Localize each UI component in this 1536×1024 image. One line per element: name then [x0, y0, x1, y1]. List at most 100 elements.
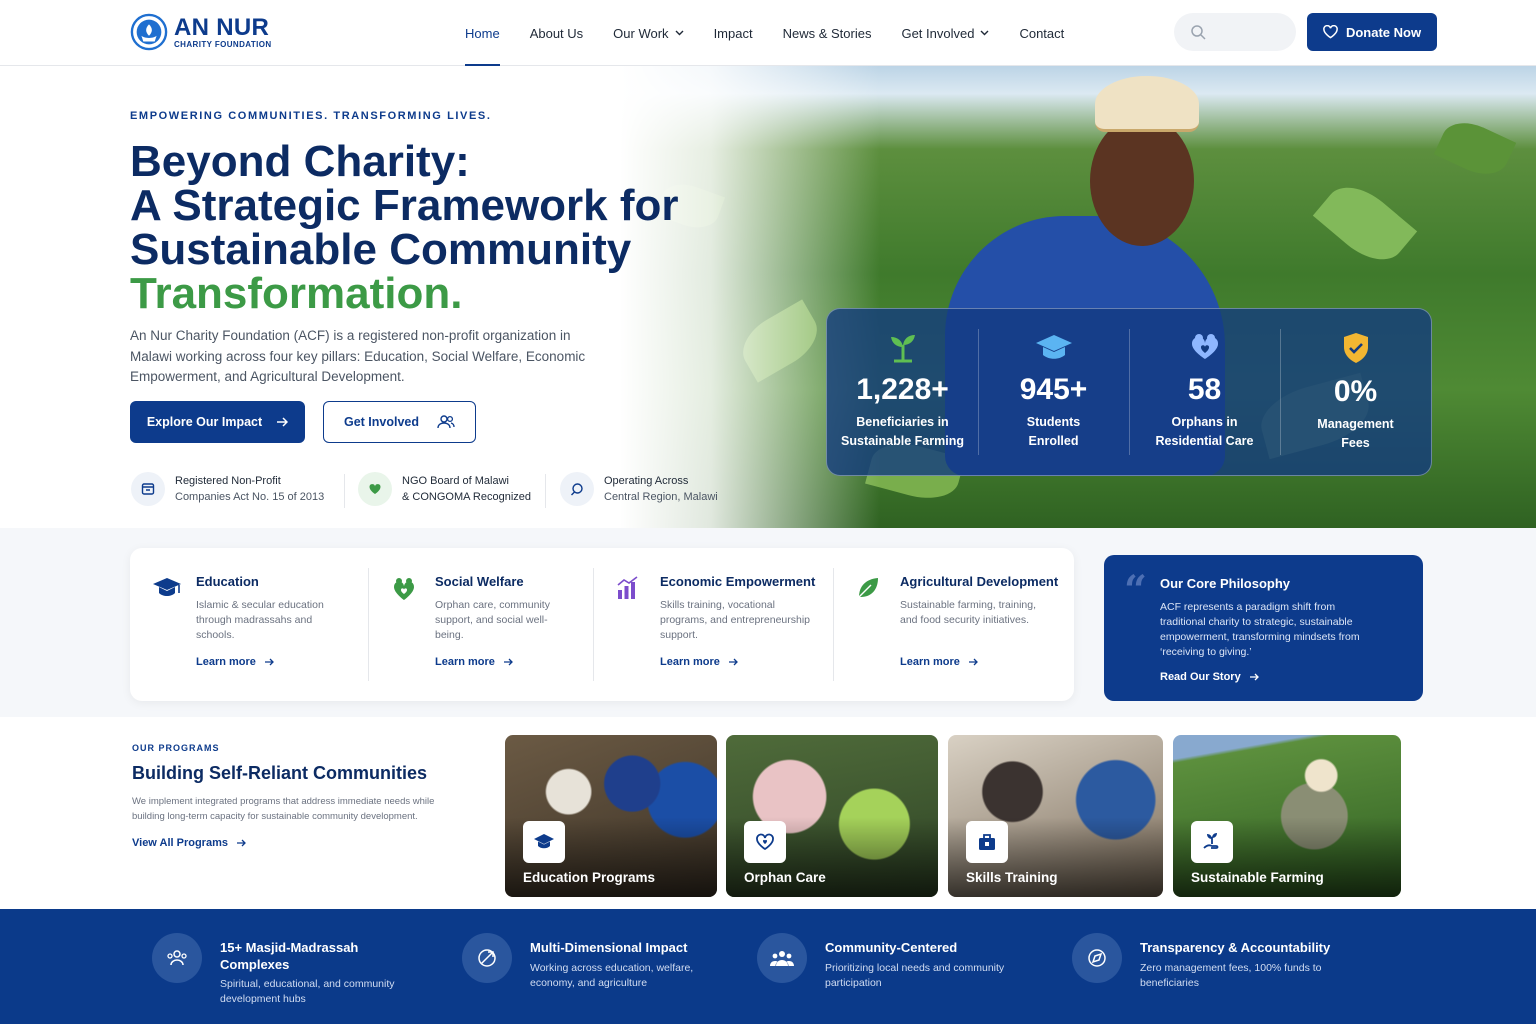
- hero-title-line3: Sustainable Community: [130, 225, 632, 274]
- philosophy-description: ACF represents a paradigm shift from tra…: [1160, 601, 1360, 658]
- program-card-sustainable-farming[interactable]: Sustainable Farming: [1173, 735, 1401, 897]
- group-icon: [757, 933, 807, 983]
- feature-title: Community-Centered: [825, 940, 958, 955]
- stat-label: Fees: [1341, 436, 1370, 450]
- get-involved-button[interactable]: Get Involved: [323, 401, 476, 443]
- brand-name: AN NUR: [174, 13, 270, 41]
- nav-our-work[interactable]: Our Work: [613, 0, 684, 66]
- programs-title: Building Self-Reliant Communities: [132, 763, 428, 783]
- stat-label: Orphans in: [1171, 415, 1238, 429]
- stat-label: Residential Care: [1155, 434, 1254, 448]
- learn-more-label: Learn more: [196, 656, 256, 668]
- pillar-title: Social Welfare: [435, 574, 524, 589]
- hero-description: An Nur Charity Foundation (ACF) is a reg…: [130, 328, 586, 384]
- heart-hands-icon: [393, 578, 415, 600]
- philosophy-title: Our Core Philosophy: [1160, 576, 1291, 591]
- programs-description: We implement integrated programs that ad…: [132, 796, 435, 822]
- stat-orphans: 58 Orphans in Residential Care: [1129, 309, 1280, 475]
- pillars-card: Education Islamic & secular education th…: [130, 548, 1074, 701]
- main-menu: Home About Us Our Work Impact News & Sto…: [465, 0, 1094, 66]
- credential-sub: Companies Act No. 15 of 2013: [175, 491, 325, 503]
- hero-title-line2: A Strategic Framework for: [130, 181, 679, 230]
- chevron-down-icon: [980, 30, 989, 36]
- nav-home-label: Home: [465, 25, 500, 41]
- hero-section: EMPOWERING COMMUNITIES. TRANSFORMING LIV…: [0, 66, 1536, 528]
- program-card-education[interactable]: Education Programs: [505, 735, 717, 897]
- programs-section: OUR PROGRAMS Building Self-Reliant Commu…: [0, 717, 1536, 909]
- read-our-story-link[interactable]: Read Our Story: [1160, 671, 1259, 683]
- view-all-programs-link[interactable]: View All Programs: [132, 837, 246, 849]
- get-involved-label: Get Involved: [343, 415, 420, 429]
- nav-get-involved-label: Get Involved: [901, 25, 975, 41]
- arrow-right-icon: [968, 658, 978, 666]
- pillar-economic-empowerment: Economic Empowerment Skills training, vo…: [594, 548, 833, 701]
- feature-title: 15+ Masjid-Madrassah Complexes: [220, 940, 359, 972]
- stat-value: 945+: [1019, 373, 1088, 406]
- program-card-skills-training[interactable]: Skills Training: [948, 735, 1163, 897]
- graduation-cap-icon: [1035, 335, 1072, 359]
- programs-kicker: OUR PROGRAMS: [132, 743, 220, 753]
- learn-more-label: Learn more: [660, 656, 720, 668]
- donate-button[interactable]: Donate Now: [1307, 13, 1437, 51]
- pillar-description: Sustainable farming, training, and food …: [900, 599, 1036, 626]
- credential-title: Registered Non-Profit: [175, 475, 281, 487]
- stat-label: Enrolled: [1028, 434, 1079, 448]
- brand-subtitle: CHARITY FOUNDATION: [174, 39, 272, 49]
- logo-icon: [130, 13, 168, 51]
- pillar-social-welfare: Social Welfare Orphan care, community su…: [369, 548, 593, 701]
- arrow-right-icon: [1249, 673, 1259, 681]
- stat-value: 0%: [1333, 375, 1378, 408]
- arrow-right-icon: [264, 658, 274, 666]
- program-card-label: Skills Training: [966, 870, 1058, 885]
- learn-more-link[interactable]: Learn more: [660, 656, 738, 668]
- bar-chart-icon: [617, 576, 638, 599]
- explore-impact-button[interactable]: Explore Our Impact: [130, 401, 305, 443]
- plant-hand-icon: [1191, 821, 1233, 863]
- people-icon: [437, 415, 455, 429]
- feature-title: Transparency & Accountability: [1140, 940, 1331, 955]
- nav-get-involved[interactable]: Get Involved: [901, 0, 989, 66]
- hero-title: Beyond Charity: A Strategic Framework fo…: [130, 140, 690, 316]
- nav-news-label: News & Stories: [782, 25, 872, 41]
- leaf-icon: [858, 578, 878, 598]
- learn-more-link[interactable]: Learn more: [196, 656, 274, 668]
- credential-title: NGO Board of Malawi: [402, 475, 509, 487]
- stat-label: Beneficiaries in: [856, 415, 949, 429]
- credential-sub: Central Region, Malawi: [604, 491, 718, 503]
- stat-students: 945+ Students Enrolled: [978, 309, 1129, 475]
- core-philosophy-card: “ Our Core Philosophy ACF represents a p…: [1104, 555, 1423, 701]
- nav-our-work-label: Our Work: [613, 25, 669, 41]
- stat-label: Students: [1026, 415, 1081, 429]
- hands-heart-icon: [1191, 334, 1218, 359]
- nav-impact[interactable]: Impact: [714, 0, 753, 66]
- people-icon: [152, 933, 202, 983]
- feature-description: Zero management fees, 100% funds to bene…: [1140, 962, 1322, 989]
- hero-title-highlight: Transformation.: [130, 269, 463, 318]
- heart-shield-icon: [358, 472, 392, 506]
- program-card-label: Education Programs: [523, 870, 656, 885]
- nav-contact[interactable]: Contact: [1019, 0, 1064, 66]
- compass-icon: [1072, 933, 1122, 983]
- stat-value: 58: [1187, 373, 1222, 406]
- nav-about-us[interactable]: About Us: [530, 0, 583, 66]
- nav-about-label: About Us: [529, 25, 584, 41]
- graduation-cap-icon: [153, 578, 181, 596]
- learn-more-link[interactable]: Learn more: [435, 656, 513, 668]
- read-our-story-label: Read Our Story: [1160, 671, 1241, 683]
- chevron-down-icon: [675, 30, 684, 36]
- hero-kicker: EMPOWERING COMMUNITIES. TRANSFORMING LIV…: [130, 110, 492, 122]
- nav-home[interactable]: Home: [465, 0, 500, 66]
- learn-more-label: Learn more: [435, 656, 495, 668]
- search-input[interactable]: [1174, 13, 1296, 51]
- learn-more-link[interactable]: Learn more: [900, 656, 978, 668]
- stat-fees: 0% Management Fees: [1280, 309, 1431, 475]
- credential-sub: & CONGOMA Recognized: [402, 491, 531, 503]
- brand-logo[interactable]: AN NUR CHARITY FOUNDATION: [130, 12, 272, 52]
- nav-news-stories[interactable]: News & Stories: [783, 0, 872, 66]
- credential-title: Operating Across: [604, 475, 689, 487]
- donate-label: Donate Now: [1345, 24, 1422, 40]
- pillar-description: Orphan care, community support, and soci…: [435, 599, 550, 641]
- features-band: 15+ Masjid-Madrassah Complexes Spiritual…: [0, 909, 1536, 1024]
- program-card-orphan-care[interactable]: Orphan Care: [726, 735, 938, 897]
- arrow-right-icon: [503, 658, 513, 666]
